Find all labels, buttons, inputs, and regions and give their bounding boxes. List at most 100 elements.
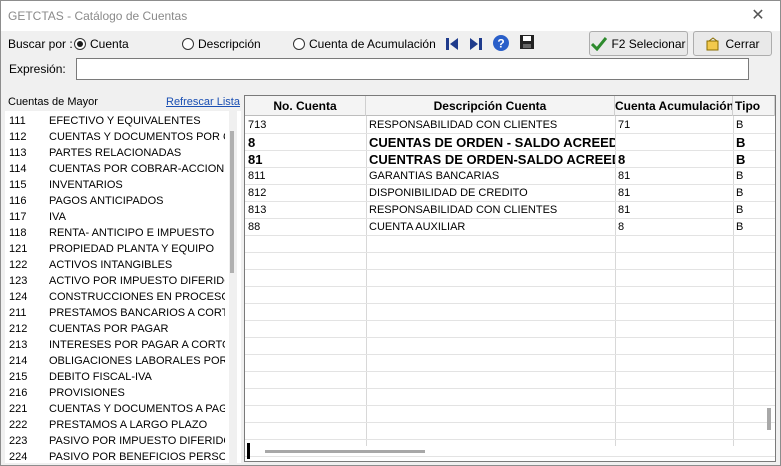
grid-cell-tipo[interactable]: B <box>733 151 775 168</box>
grid-vertical-scroll-thumb[interactable] <box>767 408 771 430</box>
list-item-description: INTERESES POR PAGAR A CORTO P <box>49 339 225 351</box>
select-button-label: F2 Selecionar <box>611 36 686 51</box>
grid-cell-descripcion[interactable]: GARANTIAS BANCARIAS <box>366 168 615 185</box>
close-button-label: Cerrar <box>725 36 760 51</box>
list-item[interactable]: 114 CUENTAS POR COBRAR-ACCIONIST <box>5 161 229 177</box>
grid-cell-descripcion[interactable]: CUENTRAS DE ORDEN-SALDO ACREED <box>366 151 615 168</box>
list-item[interactable]: 112 CUENTAS Y DOCUMENTOS POR CO <box>5 129 229 145</box>
grid-row-divider <box>245 303 775 304</box>
list-item[interactable]: 213 INTERESES POR PAGAR A CORTO P <box>5 337 229 353</box>
grid-cell-descripcion[interactable]: CUENTA AUXILIAR <box>366 219 615 236</box>
list-item[interactable]: 116 PAGOS ANTICIPADOS <box>5 193 229 209</box>
grid-cell-acumulacion[interactable]: 81 <box>615 185 733 202</box>
grid-cell-acumulacion[interactable]: 71 <box>615 117 733 134</box>
column-header-cuenta[interactable]: No. Cuenta <box>245 96 366 116</box>
grid-cell-cuenta[interactable]: 812 <box>245 185 366 202</box>
grid-cell-cuenta[interactable]: 8 <box>245 134 366 151</box>
grid-cell-tipo[interactable]: B <box>733 202 775 219</box>
grid-cell-cuenta[interactable]: 88 <box>245 219 366 236</box>
list-item[interactable]: 214 OBLIGACIONES LABORALES POR P <box>5 353 229 369</box>
column-header-tipo[interactable]: Tipo <box>733 96 775 116</box>
list-item-description: CUENTAS POR PAGAR <box>49 323 169 335</box>
list-item[interactable]: 111 EFECTIVO Y EQUIVALENTES <box>5 113 229 129</box>
grid-cell-tipo[interactable]: B <box>733 134 775 151</box>
list-item[interactable]: 222 PRESTAMOS A LARGO PLAZO <box>5 417 229 433</box>
radio-cuenta-acumulacion-label[interactable]: Cuenta de Acumulación <box>309 37 436 51</box>
grid-cell-tipo[interactable]: B <box>733 219 775 236</box>
list-item-description: IVA <box>49 211 66 223</box>
column-header-acumulacion[interactable]: Cuenta Acumulación <box>615 96 733 116</box>
close-window-icon[interactable]: ✕ <box>748 6 768 26</box>
list-item[interactable]: 121 PROPIEDAD PLANTA Y EQUIPO <box>5 241 229 257</box>
list-item[interactable]: 215 DEBITO FISCAL-IVA <box>5 369 229 385</box>
first-record-icon[interactable] <box>444 36 460 52</box>
radio-descripcion[interactable] <box>182 38 194 50</box>
list-item[interactable]: 123 ACTIVO POR IMPUESTO DIFERIDO <box>5 273 229 289</box>
list-item[interactable]: 212 CUENTAS POR PAGAR <box>5 321 229 337</box>
grid-cell-acumulacion[interactable]: 81 <box>615 168 733 185</box>
search-by-label: Buscar por : <box>8 37 73 51</box>
list-item[interactable]: 122 ACTIVOS INTANGIBLES <box>5 257 229 273</box>
grid-cell-cuenta[interactable]: 713 <box>245 117 366 134</box>
expression-input[interactable] <box>76 58 749 80</box>
list-item-description: ACTIVO POR IMPUESTO DIFERIDO <box>49 275 225 287</box>
grid-row-divider <box>245 439 775 440</box>
select-button[interactable]: F2 Selecionar <box>589 31 688 56</box>
grid-cell-acumulacion[interactable] <box>615 134 733 151</box>
list-item[interactable]: 224 PASIVO POR BENEFICIOS PERSONA <box>5 449 229 463</box>
grid-horizontal-scroll-thumb[interactable] <box>265 450 425 453</box>
grid-cell-acumulacion[interactable]: 81 <box>615 202 733 219</box>
list-item-code: 114 <box>9 163 27 175</box>
grid-row-divider <box>245 354 775 355</box>
list-item[interactable]: 117 IVA <box>5 209 229 225</box>
list-item-code: 111 <box>9 115 26 127</box>
list-item-code: 123 <box>9 275 28 287</box>
list-item[interactable]: 211 PRESTAMOS BANCARIOS A CORTO <box>5 305 229 321</box>
major-accounts-title: Cuentas de Mayor <box>8 96 98 108</box>
list-item-description: RENTA- ANTICIPO E IMPUESTO <box>49 227 215 239</box>
grid-cell-descripcion[interactable]: RESPONSABILIDAD CON CLIENTES <box>366 117 615 134</box>
list-item[interactable]: 216 PROVISIONES <box>5 385 229 401</box>
grid-cell-descripcion[interactable]: DISPONIBILIDAD DE CREDITO <box>366 185 615 202</box>
left-list-scroll-thumb[interactable] <box>230 131 234 273</box>
last-record-icon[interactable] <box>468 36 484 52</box>
door-exit-icon <box>706 36 719 50</box>
list-item-description: ACTIVOS INTANGIBLES <box>49 259 173 271</box>
radio-cuenta-acumulacion[interactable] <box>293 38 305 50</box>
save-icon[interactable] <box>519 34 535 50</box>
list-item-code: 115 <box>9 179 27 191</box>
grid-cell-tipo[interactable]: B <box>733 168 775 185</box>
major-accounts-list: 111 EFECTIVO Y EQUIVALENTES 112 CUENTAS Y D… <box>5 111 241 463</box>
column-header-descripcion[interactable]: Descripción Cuenta <box>366 96 615 116</box>
grid-cell-tipo[interactable]: B <box>733 185 775 202</box>
list-item[interactable]: 113 PARTES RELACIONADAS <box>5 145 229 161</box>
list-item[interactable]: 118 RENTA- ANTICIPO E IMPUESTO <box>5 225 229 241</box>
grid-cell-descripcion[interactable]: CUENTAS DE ORDEN - SALDO ACREED <box>366 134 615 151</box>
list-item-code: 113 <box>9 147 27 159</box>
grid-row-divider <box>245 388 775 389</box>
close-button[interactable]: Cerrar <box>693 31 772 56</box>
help-icon[interactable]: ? <box>492 34 510 52</box>
grid-cell-cuenta[interactable]: 811 <box>245 168 366 185</box>
list-item-description: PASIVO POR BENEFICIOS PERSONA <box>49 451 225 463</box>
refresh-list-link[interactable]: Refrescar Lista <box>166 96 240 108</box>
list-item-code: 211 <box>9 307 27 319</box>
list-item[interactable]: 124 CONSTRUCCIONES EN PROCESO <box>5 289 229 305</box>
list-item[interactable]: 221 CUENTAS Y DOCUMENTOS A PAGA <box>5 401 229 417</box>
list-item[interactable]: 223 PASIVO POR IMPUESTO DIFERIDO <box>5 433 229 449</box>
grid-cell-tipo[interactable]: B <box>733 117 775 134</box>
radio-descripcion-label[interactable]: Descripción <box>198 37 261 51</box>
grid-row-divider <box>245 252 775 253</box>
expression-label: Expresión: <box>9 62 66 76</box>
radio-cuenta-label[interactable]: Cuenta <box>90 37 129 51</box>
accounts-grid: No. Cuenta Descripción Cuenta Cuenta Acu… <box>244 95 776 462</box>
list-item-code: 124 <box>9 291 28 303</box>
radio-cuenta[interactable] <box>74 38 86 50</box>
grid-cell-cuenta[interactable]: 81 <box>245 151 366 168</box>
grid-cell-cuenta[interactable]: 813 <box>245 202 366 219</box>
grid-cell-descripcion[interactable]: RESPONSABILIDAD CON CLIENTES <box>366 202 615 219</box>
grid-row-divider <box>245 405 775 406</box>
grid-cell-acumulacion[interactable]: 8 <box>615 151 733 168</box>
grid-cell-acumulacion[interactable]: 8 <box>615 219 733 236</box>
list-item[interactable]: 115 INVENTARIOS <box>5 177 229 193</box>
